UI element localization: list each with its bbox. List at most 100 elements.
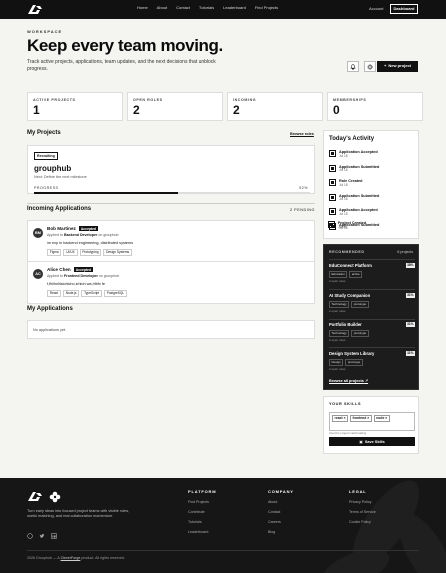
- stat-card: INCOMING 2: [227, 92, 323, 121]
- cleverforge-link[interactable]: CleverForge: [61, 556, 81, 560]
- close-icon[interactable]: ×: [344, 416, 346, 420]
- dashboard-button[interactable]: Dashboard: [390, 4, 418, 14]
- close-icon[interactable]: ×: [367, 416, 369, 420]
- browse-roles-link[interactable]: Browse roles: [290, 132, 314, 137]
- progress-percent: 52%: [299, 185, 308, 190]
- page-subtitle: Track active projects, applications, tea…: [27, 59, 216, 72]
- activity-item: Application Submitted Jul 18: [329, 164, 379, 173]
- activity-heading: Today's Activity: [329, 136, 375, 142]
- activity-date: Jul 18: [339, 182, 348, 187]
- stat-label: INCOMING: [233, 98, 257, 102]
- application-card[interactable]: BM Bob Martinez Accepted Applied to Back…: [27, 220, 315, 263]
- activity-item: Application Submitted Jul 18: [329, 193, 379, 202]
- divider: [329, 319, 415, 320]
- nav-link-home[interactable]: Home: [137, 5, 148, 11]
- linkedin-icon[interactable]: [51, 533, 57, 539]
- stat-value: 1: [33, 103, 40, 118]
- recommended-project[interactable]: Portfolio Builder 31% Technology prototype…: [329, 322, 415, 342]
- empty-applications: No applications yet.: [27, 320, 315, 339]
- divider: [329, 347, 415, 348]
- nav-link-tutorials[interactable]: Tutorials: [199, 5, 214, 11]
- open-roles: 2 open roles: [329, 337, 346, 342]
- footer-link[interactable]: Careers: [268, 520, 294, 524]
- project-name[interactable]: Design System Library: [329, 351, 374, 356]
- skill-chip: React: [47, 289, 61, 298]
- notification-bell-button[interactable]: [347, 61, 359, 72]
- footer-link[interactable]: Contact: [268, 510, 294, 514]
- github-icon[interactable]: [27, 533, 33, 539]
- skills-panel: YOUR SKILLS react × frontend × node × Us…: [323, 396, 419, 454]
- applied-role: Backend Developer: [63, 233, 98, 237]
- skill-chip: Design Systems: [103, 248, 132, 257]
- footer-link[interactable]: Blog: [268, 530, 294, 534]
- project-tag: Technology: [329, 301, 350, 308]
- footer-link[interactable]: Terms of Service: [349, 510, 376, 514]
- footer-link[interactable]: Contribute: [188, 510, 216, 514]
- footer-divider: [27, 550, 419, 551]
- match-badge: 31%: [405, 321, 415, 327]
- footer-link[interactable]: Cookie Policy: [349, 520, 376, 524]
- project-name[interactable]: Portfolio Builder: [329, 322, 362, 327]
- activity-date: Jul 18: [339, 211, 348, 216]
- application-note: im exp in backend engineering, distribut…: [47, 241, 134, 246]
- applicant-name: Bob Martinez: [47, 226, 76, 231]
- recommended-heading: RECOMMENDED: [329, 250, 365, 254]
- new-project-button[interactable]: + New project: [377, 61, 418, 72]
- project-name[interactable]: grouphub: [34, 164, 308, 174]
- applied-role-line: Applied to Backend Developer on grouphub: [47, 233, 307, 237]
- stat-card: OPEN ROLES 2: [127, 92, 223, 121]
- twitter-icon[interactable]: [39, 533, 45, 539]
- nav-link-leaderboard[interactable]: Leaderboard: [223, 5, 246, 11]
- skill-chip[interactable]: node ×: [373, 414, 390, 422]
- project-tag: Design: [329, 359, 344, 366]
- activity-date: Jul 18: [339, 168, 348, 173]
- settings-button[interactable]: [364, 61, 376, 72]
- project-tag: prototype: [351, 330, 369, 337]
- footer-link[interactable]: Privacy Policy: [349, 500, 376, 504]
- project-card[interactable]: Recruiting grouphub Next: Define the nex…: [27, 145, 315, 194]
- recommended-project[interactable]: AI Study Companion 31% Technology prototyp…: [329, 293, 415, 313]
- recommended-project[interactable]: Design System Library 31% Design prototype…: [329, 351, 415, 371]
- recommended-panel: RECOMMENDED 6 projects EduConnect Platfo…: [323, 244, 419, 390]
- page-title: Keep every team moving.: [27, 36, 223, 55]
- recommended-project[interactable]: EduConnect Platform 38% Education active 2…: [329, 263, 415, 283]
- skill-chip[interactable]: react ×: [332, 414, 349, 422]
- footer-link[interactable]: Tutorials: [188, 520, 216, 524]
- copyright: 2026 Grouphub — A CleverForge product. A…: [27, 556, 125, 560]
- workspace-eyebrow: WORKSPACE: [27, 29, 63, 34]
- footer-link[interactable]: Leaderboard: [188, 530, 216, 534]
- skill-chip: TypeScript: [81, 289, 102, 298]
- skill-chip[interactable]: frontend ×: [350, 414, 372, 422]
- avatar: BM: [33, 228, 43, 238]
- skill-chip: Prototyping: [79, 248, 102, 257]
- skills-input[interactable]: react × frontend × node ×: [329, 411, 415, 431]
- activity-item: Role Created Jul 18: [329, 179, 362, 187]
- project-name[interactable]: EduConnect Platform: [329, 263, 372, 268]
- save-icon: ▣: [359, 439, 363, 444]
- close-icon[interactable]: ×: [385, 416, 387, 420]
- nav-link-find-projects[interactable]: Find Projects: [255, 5, 278, 11]
- applied-role-line: Applied to Frontend Developer on grouphu…: [47, 274, 307, 278]
- activity-icon: [329, 193, 336, 201]
- grouphub-logo-icon[interactable]: [27, 3, 43, 16]
- save-skills-button[interactable]: ▣ Save Skills: [329, 437, 415, 447]
- footer-logos: [27, 490, 61, 503]
- account-link[interactable]: Account: [369, 6, 383, 12]
- footer-tagline: Turn early ideas into focused project te…: [27, 509, 130, 519]
- application-card[interactable]: AC Alice Chen Accepted Applied to Fronte…: [27, 261, 315, 304]
- activity-item: Application Accepted Jul 18: [329, 208, 378, 216]
- activity-date: Jul 18: [339, 153, 348, 158]
- activity-icon: [329, 208, 336, 215]
- progress-label: PROGRESS: [34, 185, 59, 190]
- project-name[interactable]: AI Study Companion: [329, 293, 370, 298]
- nav-link-contact[interactable]: Contact: [176, 5, 190, 11]
- applicant-name: Alice Chen: [47, 267, 71, 272]
- nav-link-about[interactable]: About: [157, 5, 167, 11]
- pending-count: 2 PENDING: [290, 208, 315, 212]
- cleverforge-logo-icon[interactable]: [49, 491, 61, 503]
- footer-link[interactable]: About: [268, 500, 294, 504]
- footer-link[interactable]: Find Projects: [188, 500, 216, 504]
- browse-all-projects-link[interactable]: Browse all projects ↗: [329, 379, 368, 384]
- grouphub-logo-icon[interactable]: [27, 490, 43, 503]
- skills-heading: YOUR SKILLS: [329, 402, 362, 406]
